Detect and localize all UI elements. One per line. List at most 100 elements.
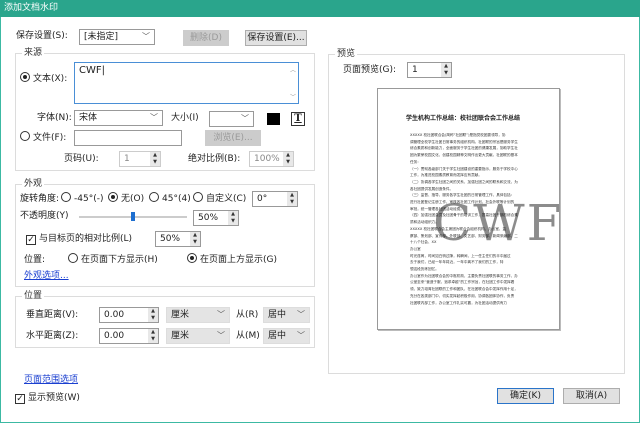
- absolute-scale-value: 100%: [254, 154, 280, 164]
- vertical-unit-value: 厘米: [171, 310, 190, 320]
- page-number-spinner[interactable]: 1 ▲ ▼: [119, 151, 161, 167]
- spin-arrows-icon[interactable]: ▲ ▼: [148, 329, 158, 343]
- vertical-from-select[interactable]: 居中 ﹀: [263, 307, 310, 323]
- horizontal-unit-value: 厘米: [171, 331, 190, 341]
- scroll-down-icon[interactable]: ﹀: [290, 92, 296, 101]
- file-radio[interactable]: 文件(F):: [20, 131, 66, 145]
- show-preview-checkbox[interactable]: ✓ 显示预览(W): [15, 391, 80, 405]
- spin-arrows-icon[interactable]: ▲ ▼: [190, 232, 200, 246]
- absolute-scale-spinner[interactable]: 100% ▲ ▼: [249, 151, 294, 167]
- preview-page-spinner[interactable]: 1 ▲ ▼: [407, 62, 452, 78]
- rotation-custom-spinner[interactable]: 0° ▲ ▼: [252, 191, 298, 207]
- horizontal-unit-select[interactable]: 厘米 ﹀: [166, 328, 230, 344]
- radio-checked-icon: [108, 192, 118, 202]
- opacity-slider-thumb[interactable]: [131, 212, 135, 221]
- radio-checked-icon: [20, 72, 30, 82]
- save-settings-select[interactable]: [未指定] ﹀: [79, 29, 155, 45]
- opacity-value: 50%: [198, 213, 219, 223]
- show-below-radio[interactable]: 在页面下方显示(H): [68, 253, 158, 267]
- spin-arrows-icon[interactable]: ▲ ▼: [283, 152, 293, 166]
- document-line: 时光荏苒，时间如白驹过隙，转瞬间，上一任主任们的半中届过: [410, 253, 511, 258]
- save-settings-value: [未指定]: [84, 32, 119, 42]
- chevron-down-icon: ﹀: [217, 310, 225, 319]
- text-radio-label: 文本(X):: [33, 74, 68, 84]
- font-select[interactable]: 宋体 ﹀: [74, 110, 163, 126]
- file-radio-label: 文件(F):: [33, 133, 67, 143]
- radio-checked-icon: [187, 253, 197, 263]
- save-settings-label: 保存设置(S):: [16, 31, 68, 41]
- appearance-options-link[interactable]: 外观选项...: [24, 268, 69, 281]
- relative-scale-value: 50%: [160, 234, 181, 244]
- browse-button[interactable]: 浏览(E)...: [205, 130, 261, 146]
- spin-arrows-icon[interactable]: ▲ ▼: [287, 192, 297, 206]
- cancel-button[interactable]: 取消(A): [563, 388, 620, 404]
- delete-button[interactable]: 删除(D): [183, 30, 229, 46]
- vertical-from-value: 居中: [268, 310, 287, 320]
- title-bar: 添加文档水印: [0, 0, 640, 17]
- page-number-label: 页码(U):: [64, 154, 99, 164]
- rotation-none-radio[interactable]: 无(O): [108, 192, 144, 206]
- rotation-minus45-radio[interactable]: -45°(-): [61, 192, 103, 206]
- window-title: 添加文档水印: [4, 3, 59, 13]
- show-below-label: 在页面下方显示(H): [81, 255, 158, 265]
- size-select[interactable]: ﹀: [209, 111, 254, 127]
- text-format-icon[interactable]: T: [291, 112, 305, 126]
- document-line: 任务：: [410, 159, 421, 164]
- relative-scale-spinner[interactable]: 50% ▲ ▼: [155, 231, 201, 247]
- radio-unchecked-icon: [68, 253, 78, 263]
- preview-page-value: 1: [412, 65, 418, 75]
- save-settings-button[interactable]: 保存设置(E)...: [245, 30, 307, 46]
- opacity-slider[interactable]: [79, 212, 187, 221]
- opacity-label: 不透明度(Y): [20, 211, 69, 221]
- horizontal-distance-spinner[interactable]: 0.00 ▲ ▼: [99, 328, 159, 344]
- rotation-custom-radio[interactable]: 自定义(C): [193, 192, 246, 206]
- watermark-text-value: CWF: [79, 65, 102, 76]
- checkbox-checked-icon: ✓: [26, 235, 36, 245]
- rotation-custom-value: 0°: [257, 194, 268, 204]
- document-line: 团为繁荣校园文化、创建校园精神文明作出更大贡献。社团联的基本: [410, 153, 518, 158]
- relative-scale-checkbox[interactable]: ✓ 与目标页的相对比例(L): [26, 232, 132, 246]
- preview-page-label: 页面预览(G):: [343, 65, 397, 75]
- show-above-label: 在页面上方显示(G): [200, 255, 277, 265]
- document-line: 充分在各类部门中，切实发挥起积极作用，协调各团体协作，负责: [410, 293, 515, 298]
- radio-unchecked-icon: [193, 192, 203, 202]
- document-line: 办公室作为社团联合会的中枢机构，主要负责社团联的事务工作，办: [410, 273, 518, 278]
- spin-arrows-icon[interactable]: ▲ ▼: [150, 152, 160, 166]
- rotation-45-radio[interactable]: 45°(4): [149, 192, 191, 206]
- file-path-input[interactable]: [74, 130, 182, 146]
- document-line: 社团联内部工作，办公室工作扎实可靠，为社团活动提供有力: [410, 300, 508, 305]
- rotation-option-label: 无(O): [121, 194, 145, 204]
- position-label: 位置:: [24, 255, 46, 265]
- vertical-unit-select[interactable]: 厘米 ﹀: [166, 307, 230, 323]
- show-above-radio[interactable]: 在页面上方显示(G): [187, 253, 277, 267]
- document-line: 去于我们，已经一年年将近，一年中离不了我们的工作，特: [410, 260, 504, 265]
- spin-arrows-icon[interactable]: ▲ ▼: [228, 211, 238, 225]
- vertical-distance-label: 垂直距离(V):: [26, 310, 79, 320]
- opacity-spinner[interactable]: 50% ▲ ▼: [193, 210, 239, 226]
- document-line: 工作，为推进校园素质教育而发挥应有贡献。: [410, 173, 482, 178]
- vertical-distance-value: 0.00: [104, 310, 125, 320]
- horizontal-from-select[interactable]: 居中 ﹀: [263, 328, 310, 344]
- document-line: 调管理全校学生社团日常事务的组织机构。社团联的宗旨是服务学生: [410, 139, 518, 144]
- size-label: 大小(I): [171, 113, 199, 123]
- rotation-label: 旋转角度:: [20, 194, 60, 204]
- page-range-options-link[interactable]: 页面范围选项: [24, 372, 78, 385]
- rotation-option-label: 自定义(C): [206, 194, 247, 204]
- spin-arrows-icon[interactable]: ▲ ▼: [441, 63, 451, 77]
- scroll-up-icon[interactable]: ︿: [290, 65, 296, 74]
- checkbox-checked-icon: ✓: [15, 394, 25, 404]
- document-line: （二）协调各学生社团之间的关系，加强社团之间的联系和交流，为: [410, 179, 518, 184]
- chevron-down-icon: ﹀: [297, 331, 305, 340]
- text-radio[interactable]: 文本(X):: [20, 72, 67, 86]
- ok-button[interactable]: 确定(K): [497, 388, 554, 404]
- document-line: XXXXX 校社团联合会(简称“社团联”)是指党校团委领导，协: [410, 133, 506, 137]
- rotation-option-label: -45°(-): [74, 194, 104, 204]
- document-line: 综合素质和创新能力，全面服务于学生社团的健康发展，协助学生社: [410, 146, 518, 151]
- watermark-text-input[interactable]: CWF| ︿ ﹀: [74, 62, 299, 104]
- color-swatch[interactable]: [267, 113, 280, 125]
- spin-arrows-icon[interactable]: ▲ ▼: [148, 308, 158, 322]
- chevron-down-icon: ﹀: [150, 113, 158, 122]
- vertical-distance-spinner[interactable]: 0.00 ▲ ▼: [99, 307, 159, 323]
- watermark-preview: CWF: [433, 194, 560, 252]
- radio-unchecked-icon: [61, 192, 71, 202]
